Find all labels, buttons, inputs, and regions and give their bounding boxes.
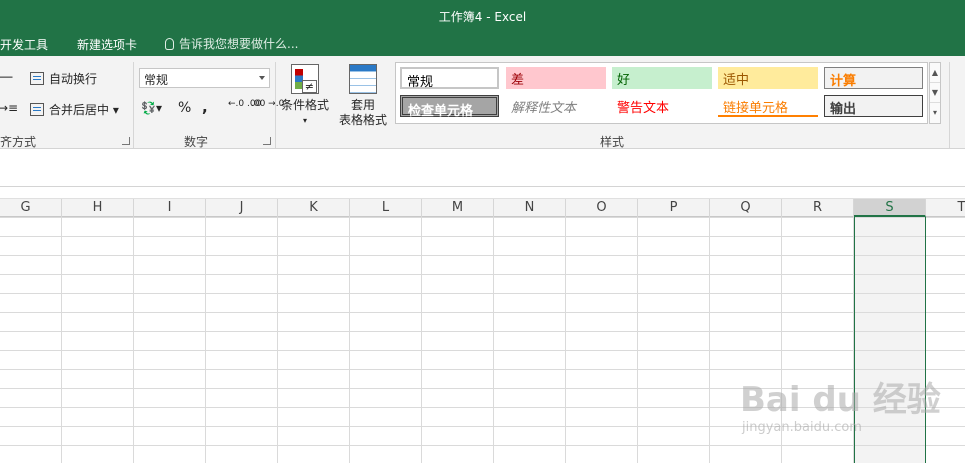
style-output[interactable]: 输出 [824, 95, 923, 117]
tell-me-text: 告诉我您想要做什么... [179, 37, 299, 51]
group-divider [949, 62, 950, 148]
number-group-label: 数字 [184, 135, 209, 149]
cell-styles-gallery: 常规 差 好 适中 计算 检查单元格 解释性文本 警告文本 链接单元格 输出 [395, 62, 928, 124]
selected-column-s [854, 217, 926, 463]
comma-button[interactable]: , [202, 98, 208, 116]
column-header-n[interactable]: N [494, 199, 566, 217]
watermark-url: jingyan.baidu.com [742, 420, 862, 435]
indent-icon[interactable]: →≡ [0, 101, 18, 115]
style-neutral[interactable]: 适中 [718, 67, 818, 89]
style-explanatory[interactable]: 解释性文本 [506, 95, 606, 117]
column-header-i[interactable]: I [134, 199, 206, 217]
gridline [61, 217, 62, 463]
tell-me-box[interactable]: 告诉我您想要做什么... [165, 35, 298, 52]
merge-center-button[interactable]: 合并后居中 ▾ [30, 101, 119, 118]
tab-new[interactable]: 新建选项卡 [77, 36, 137, 53]
gallery-scroll-up-icon[interactable]: ▲ [930, 63, 940, 83]
gridline [637, 217, 638, 463]
ribbon: ⟵ 自动换行 →≡ 合并后居中 ▾ 齐方式 常规 💱▾ % , ←.0 .00 … [0, 56, 965, 149]
gridline [565, 217, 566, 463]
alignment-launcher-icon[interactable] [122, 137, 130, 145]
gallery-scroll-down-icon[interactable]: ▼ [930, 83, 940, 103]
gallery-scroll: ▲ ▼ ▾ [929, 62, 941, 124]
tab-developer[interactable]: 开发工具 [0, 36, 48, 53]
number-launcher-icon[interactable] [263, 137, 271, 145]
watermark-logo: Bai du 经验 [740, 380, 941, 420]
wrap-text-icon [30, 72, 44, 85]
styles-group-label: 样式 [600, 135, 625, 149]
gallery-expand-icon[interactable]: ▾ [930, 103, 940, 123]
chevron-down-icon [259, 76, 265, 80]
conditional-format-icon [291, 64, 319, 94]
gridline [133, 217, 134, 463]
style-linked-cell[interactable]: 链接单元格 [718, 95, 818, 117]
format-as-table-icon [349, 64, 377, 94]
merge-center-icon [30, 103, 44, 116]
gridline [421, 217, 422, 463]
percent-button[interactable]: % [178, 100, 191, 116]
column-header-k[interactable]: K [278, 199, 350, 217]
accounting-format-button[interactable]: 💱▾ [141, 101, 162, 115]
style-calculation[interactable]: 计算 [824, 67, 923, 89]
decrease-decimal-button[interactable]: .00 →.0 [251, 100, 284, 109]
gridline [349, 217, 350, 463]
group-divider [133, 62, 134, 148]
gridline [205, 217, 206, 463]
wrap-text-label: 自动换行 [49, 72, 98, 86]
merge-center-label: 合并后居中 [49, 103, 110, 117]
title-bar: 工作簿4 - Excel [0, 0, 965, 30]
style-good[interactable]: 好 [612, 67, 712, 89]
window-title: 工作簿4 - Excel [438, 10, 527, 24]
column-headers: G H I J K L M N O P Q R S T [0, 198, 965, 217]
gridline [493, 217, 494, 463]
formula-bar[interactable] [0, 150, 965, 187]
chevron-down-icon: ▾ [302, 116, 307, 125]
align-arrow-icon[interactable]: ⟵ [0, 70, 13, 84]
format-as-table-label-2: 表格格式 [338, 113, 387, 127]
style-bad[interactable]: 差 [506, 67, 606, 89]
column-header-m[interactable]: M [422, 199, 494, 217]
conditional-format-button[interactable]: 条件格式 ▾ [279, 64, 331, 128]
column-header-l[interactable]: L [350, 199, 422, 217]
column-header-r[interactable]: R [782, 199, 854, 217]
column-header-t[interactable]: T [926, 199, 965, 217]
column-header-p[interactable]: P [638, 199, 710, 217]
column-header-j[interactable]: J [206, 199, 278, 217]
alignment-group-label: 齐方式 [0, 135, 37, 149]
increase-decimal-button[interactable]: ←.0 .00 [228, 100, 261, 109]
style-warning[interactable]: 警告文本 [612, 95, 712, 117]
column-header-h[interactable]: H [62, 199, 134, 217]
column-header-s[interactable]: S [854, 199, 926, 217]
style-normal[interactable]: 常规 [400, 67, 499, 90]
format-as-table-button[interactable]: 套用 表格格式 [333, 64, 393, 128]
conditional-format-label: 条件格式 [280, 98, 329, 112]
number-format-value: 常规 [144, 73, 169, 87]
wrap-text-button[interactable]: 自动换行 [30, 70, 97, 87]
column-header-o[interactable]: O [566, 199, 638, 217]
ribbon-tab-bar: 开发工具 新建选项卡 告诉我您想要做什么... [0, 30, 965, 56]
column-header-g[interactable]: G [0, 199, 62, 217]
gridline [277, 217, 278, 463]
number-format-dropdown[interactable]: 常规 [139, 68, 270, 88]
format-as-table-label-1: 套用 [350, 98, 375, 112]
style-check-cell[interactable]: 检查单元格 [400, 95, 499, 119]
group-divider [275, 62, 276, 148]
gridline [709, 217, 710, 463]
column-header-q[interactable]: Q [710, 199, 782, 217]
lightbulb-icon [165, 38, 174, 50]
